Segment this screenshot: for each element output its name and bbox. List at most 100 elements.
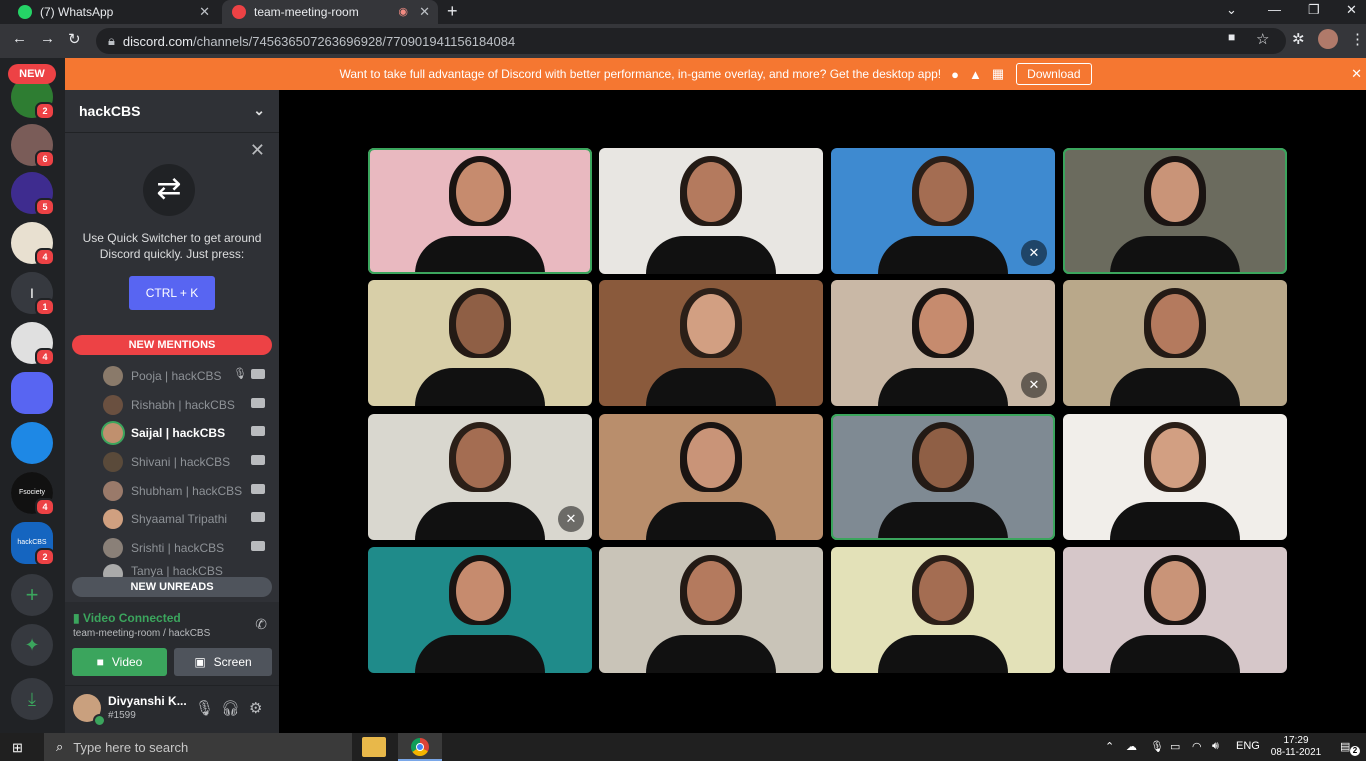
member-name: Srishti | hackCBS (131, 541, 225, 555)
voice-member[interactable]: Shivani | hackCBS (103, 450, 273, 474)
video-tile[interactable] (831, 547, 1055, 673)
voice-member[interactable]: Saijal | hackCBS (103, 421, 273, 445)
volume-icon[interactable]: 🔊︎ (1212, 740, 1219, 753)
video-tile[interactable] (599, 148, 823, 274)
video-tile[interactable] (1063, 414, 1287, 540)
server-icon[interactable]: Fsociety 4 (11, 472, 55, 516)
voice-connection-panel: ▮ Video Connected team-meeting-room / ha… (65, 602, 279, 686)
wifi-icon[interactable]: ◠ (1192, 740, 1202, 753)
headphones-icon[interactable]: 🎧︎ (221, 699, 240, 717)
avatar (103, 509, 123, 529)
speaking-indicator (1063, 148, 1287, 274)
notification-count-badge: 2 (1350, 746, 1360, 756)
member-name: Pooja | hackCBS (131, 369, 222, 383)
microphone-icon[interactable]: 🎙︎ (195, 699, 214, 717)
back-icon[interactable]: ← (12, 30, 27, 47)
windows-taskbar: ⊞ ⌕ Type here to search ⌃ ☁ 🎙︎ ▭ ◠ 🔊︎ EN… (0, 733, 1366, 761)
android-icon: ▲ (968, 66, 982, 82)
windows-start-icon[interactable]: ⊞ (12, 740, 23, 756)
tab-team-meeting-room[interactable]: team-meeting-room ◉ ✕ (222, 0, 438, 24)
reload-icon[interactable]: ↻ (68, 30, 81, 48)
server-icon[interactable]: 6 (11, 124, 55, 168)
profile-avatar[interactable] (1318, 29, 1338, 49)
chevron-up-icon[interactable]: ⌃ (1105, 740, 1114, 753)
participant-shirt (415, 635, 545, 673)
video-tile[interactable] (368, 280, 592, 406)
new-tab-button[interactable]: + (447, 1, 458, 22)
voice-status: ▮ Video Connected (73, 611, 181, 625)
battery-icon[interactable]: ▭ (1170, 740, 1180, 753)
maximize-icon[interactable]: ❐ (1308, 2, 1320, 18)
voice-member[interactable]: Pooja | hackCBS 🎙︎ (103, 364, 273, 388)
forward-icon[interactable]: → (40, 30, 55, 47)
video-tile[interactable] (1063, 280, 1287, 406)
new-unreads-pill[interactable]: NEW UNREADS (72, 577, 272, 597)
settings-icon[interactable]: ⚙ (249, 699, 262, 717)
menu-icon[interactable]: ⋮ (1350, 30, 1365, 48)
server-icon[interactable]: 4 (11, 322, 55, 366)
star-icon[interactable]: ☆ (1256, 30, 1269, 48)
tab-search-icon[interactable]: ⌄ (1226, 2, 1237, 18)
voice-channel-link[interactable]: team-meeting-room / hackCBS (73, 628, 210, 639)
unread-badge: 2 (35, 548, 55, 566)
extensions-icon[interactable]: ✲ (1292, 30, 1305, 48)
download-apps-icon[interactable]: ⤓ (11, 678, 53, 720)
server-header[interactable]: hackCBS ⌄ (65, 90, 279, 133)
participant-shirt (646, 236, 776, 274)
close-icon[interactable]: ✕ (250, 140, 265, 161)
mic-muted-icon: ✕ (558, 506, 584, 532)
video-tile[interactable] (368, 148, 592, 274)
participant-face (687, 294, 735, 354)
screen-share-button[interactable]: ▣ Screen (174, 648, 272, 676)
voice-member[interactable]: Tanya | hackCBS (103, 564, 273, 577)
server-icon[interactable] (11, 372, 53, 414)
disconnect-icon[interactable]: ✆ (255, 616, 267, 633)
server-icon-active[interactable]: hackCBS 2 (11, 522, 55, 566)
windows-icon: ▦ (991, 66, 1005, 81)
new-mentions-pill[interactable]: NEW MENTIONS (72, 335, 272, 355)
camera-icon[interactable]: ■ (1228, 30, 1235, 44)
server-icon[interactable]: 4 (11, 222, 55, 266)
explore-icon[interactable]: ✦ (11, 624, 53, 666)
microphone-icon[interactable]: 🎙︎ (1150, 740, 1164, 753)
video-tile[interactable] (831, 414, 1055, 540)
video-tile[interactable] (1063, 148, 1287, 274)
video-button[interactable]: ■ Video (72, 648, 167, 676)
chrome-icon[interactable] (398, 733, 442, 761)
close-icon[interactable]: ✕ (1351, 66, 1362, 82)
shortcut-button[interactable]: CTRL + K (129, 276, 215, 310)
notifications-icon[interactable]: ▤ (1340, 740, 1350, 753)
language-indicator[interactable]: ENG (1236, 740, 1260, 752)
video-icon (251, 426, 265, 436)
server-icon[interactable] (11, 422, 53, 464)
close-icon[interactable]: ✕ (419, 4, 430, 20)
video-tile[interactable] (599, 414, 823, 540)
minimize-icon[interactable]: — (1268, 2, 1281, 17)
add-server-icon[interactable]: + (11, 574, 53, 616)
tab-whatsapp[interactable]: (7) WhatsApp ✕ (8, 0, 218, 24)
video-tile[interactable]: ✕ (831, 280, 1055, 406)
video-tile[interactable] (368, 547, 592, 673)
video-tile[interactable] (599, 547, 823, 673)
video-tile[interactable] (1063, 547, 1287, 673)
cloud-icon[interactable]: ☁ (1126, 740, 1137, 753)
server-icon[interactable]: I 1 (11, 272, 55, 316)
browser-tab-strip: (7) WhatsApp ✕ team-meeting-room ◉ ✕ + ⌄… (0, 0, 1366, 24)
file-explorer-icon[interactable] (362, 737, 386, 757)
participant-face (1151, 428, 1199, 488)
clock[interactable]: 17:29 08-11-2021 (1262, 735, 1330, 759)
video-tile[interactable] (599, 280, 823, 406)
server-icon[interactable]: 5 (11, 172, 55, 216)
voice-member[interactable]: Rishabh | hackCBS (103, 393, 273, 417)
close-icon[interactable]: ✕ (199, 4, 210, 20)
download-button[interactable]: Download (1016, 63, 1092, 85)
voice-member[interactable]: Shyaamal Tripathi (103, 507, 273, 531)
close-window-icon[interactable]: ✕ (1346, 2, 1357, 18)
video-tile[interactable]: ✕ (831, 148, 1055, 274)
voice-member[interactable]: Srishti | hackCBS (103, 536, 273, 560)
video-tile[interactable]: ✕ (368, 414, 592, 540)
taskbar-search[interactable]: ⌕ Type here to search (44, 733, 352, 761)
voice-member[interactable]: Shubham | hackCBS (103, 479, 273, 503)
url-bar[interactable]: 🔒︎ discord.com/channels/7456365072636969… (96, 28, 1286, 54)
unread-badge: 5 (35, 198, 55, 216)
